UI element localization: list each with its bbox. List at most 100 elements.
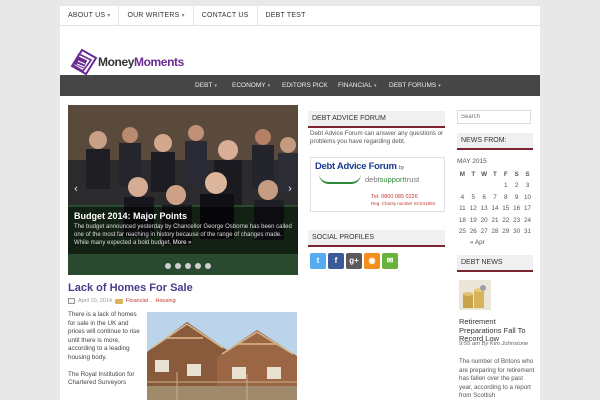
nav-item-debt-forums[interactable]: Debt Forums ▾ [389, 75, 441, 97]
calendar-day [490, 180, 501, 192]
calendar-day: 8 [504, 193, 508, 201]
calendar-weekday: T [493, 171, 497, 178]
calendar-day: 20 [480, 216, 488, 224]
calendar-day: 7 [493, 193, 497, 201]
slider-dot[interactable] [175, 263, 181, 269]
calendar-day: 18 [458, 216, 466, 224]
post-category-housing[interactable]: Housing [156, 298, 176, 304]
banner-charity-number: Reg. Charity number SC041903 [371, 201, 436, 206]
calendar-day: 14 [491, 205, 499, 213]
calendar-day: 16 [513, 205, 521, 213]
nav-item-debt[interactable]: Debt ▾ [195, 75, 217, 97]
chevron-down-icon: ▾ [107, 13, 111, 19]
banner-title: Debt Advice Forum by [315, 161, 404, 172]
facebook-icon[interactable]: f [328, 253, 344, 269]
slide-excerpt: The budget announced yesterday by Chance… [74, 223, 292, 247]
calendar-grid: MTWTFSS 1 2 3 4 5 6 7 8 9 10 11 12 13 14 15 16 17 18 19 20 2… [457, 169, 533, 238]
search-input[interactable] [457, 110, 531, 124]
slider-dot[interactable] [165, 263, 171, 269]
featured-slider[interactable]: ‹ › Budget 2014: Major Points The budget… [68, 105, 298, 275]
google-plus-icon[interactable]: g+ [346, 253, 362, 269]
calendar-day [468, 180, 479, 192]
calendar-day: 21 [491, 216, 499, 224]
category-separator: , [150, 298, 153, 304]
nav-item-editors-pick[interactable]: Editors Pick [282, 75, 328, 96]
widget-title-debt-advice-forum: Debt Advice Forum [308, 111, 445, 128]
post-paragraph: The Royal Institution for Chartered Surv… [68, 370, 135, 387]
post-title[interactable]: Lack of Homes For Sale [68, 282, 193, 294]
rss-icon[interactable]: ◉ [364, 253, 380, 269]
banner-swoosh [319, 174, 361, 184]
top-menu-contact-us[interactable]: Contact Us [194, 6, 258, 25]
nav-label: Financial [338, 82, 372, 89]
slider-dot[interactable] [195, 263, 201, 269]
calendar-day: 11 [459, 205, 466, 213]
slide-more-link[interactable]: More » [173, 240, 192, 246]
logo-text-moments: Moments [134, 55, 184, 69]
calendar-day: 15 [502, 205, 510, 213]
top-menu-about-us[interactable]: About Us ▾ [60, 6, 120, 25]
calendar-day: 27 [480, 228, 488, 236]
debt-news-meta: 9:55 am By Kim Johnstone [459, 341, 529, 347]
nav-label: Economy [232, 82, 266, 89]
banner-brand: debtsupporttrust [365, 175, 419, 184]
post-category-financial[interactable]: Financial [126, 298, 148, 304]
top-menu-label: About Us [68, 12, 106, 19]
calendar-day: 9 [514, 193, 519, 201]
top-menu-our-writers[interactable]: Our Writers ▾ [119, 6, 194, 25]
calendar-day [457, 180, 468, 192]
calendar-day: 26 [469, 228, 477, 236]
social-icons: t f g+ ◉ ✉ [310, 253, 398, 269]
calendar-weekday: F [503, 171, 508, 178]
calendar-day: 19 [469, 216, 477, 224]
calendar-month: MAY 2015 [457, 158, 487, 165]
folder-icon [114, 298, 123, 304]
banner-title-text: Debt Advice Forum [315, 161, 397, 172]
post-date: April 10, 2014 [78, 298, 112, 304]
top-menu-label: Debt Test [265, 12, 306, 19]
calendar-weekday: S [525, 171, 530, 178]
chevron-left-icon[interactable]: ‹ [71, 181, 81, 197]
calendar-day: 12 [469, 205, 477, 213]
post-image[interactable] [147, 312, 297, 400]
calendar-day [479, 180, 490, 192]
post-paragraph: There is a lack of homes for sale in the… [68, 311, 140, 361]
top-menu-label: Contact Us [201, 12, 249, 19]
logo-mark-icon [70, 48, 98, 76]
calendar-weekday: T [471, 171, 476, 178]
logo-wordmark: MoneyMoments [98, 55, 184, 69]
post-meta: April 10, 2014 Financial, Housing [68, 298, 176, 304]
debt-news-title[interactable]: Retirement Preparations Fall To Record L… [459, 317, 535, 344]
debt-news-excerpt: The number of Britons who are preparing … [459, 358, 535, 400]
chevron-right-icon[interactable]: › [285, 181, 295, 197]
top-menu-debt-test[interactable]: Debt Test [258, 6, 314, 25]
calendar-week: 123 [457, 180, 533, 192]
slider-dot[interactable] [205, 263, 211, 269]
banner-brand-support: support [379, 175, 405, 184]
debt-advice-banner[interactable]: Debt Advice Forum by debtsupporttrust Te… [310, 157, 445, 212]
nav-label: Debt Forums [389, 82, 437, 89]
twitter-icon[interactable]: t [310, 253, 326, 269]
calendar-day: 29 [502, 228, 510, 236]
slide-caption: Budget 2014: Major Points The budget ann… [68, 207, 298, 254]
widget-title-social-profiles: Social Profiles [308, 230, 445, 247]
chevron-down-icon: ▾ [214, 83, 217, 89]
calendar-week: 25 26 27 28 29 30 31 [457, 226, 533, 238]
calendar-day: 25 [458, 228, 466, 236]
calendar-day: 24 [524, 216, 532, 224]
nav-label: Debt [195, 82, 213, 89]
calendar-prev-month-link[interactable]: « Apr [470, 239, 485, 246]
debt-news-thumbnail[interactable] [459, 280, 491, 310]
slider-pagination [165, 263, 211, 269]
nav-item-financial[interactable]: Financial ▾ [338, 75, 376, 97]
calendar-day: 10 [524, 193, 532, 201]
chevron-down-icon: ▾ [181, 13, 185, 19]
calendar-icon [68, 298, 75, 304]
slide-title[interactable]: Budget 2014: Major Points [74, 211, 292, 221]
slider-dot[interactable] [185, 263, 191, 269]
calendar-week: 4 5 6 7 8 9 10 [457, 192, 533, 204]
top-menu-label: Our Writers [127, 12, 180, 19]
email-icon[interactable]: ✉ [382, 253, 398, 269]
nav-item-economy[interactable]: Economy ▾ [232, 75, 270, 97]
site-logo[interactable]: MoneyMoments [68, 48, 188, 76]
